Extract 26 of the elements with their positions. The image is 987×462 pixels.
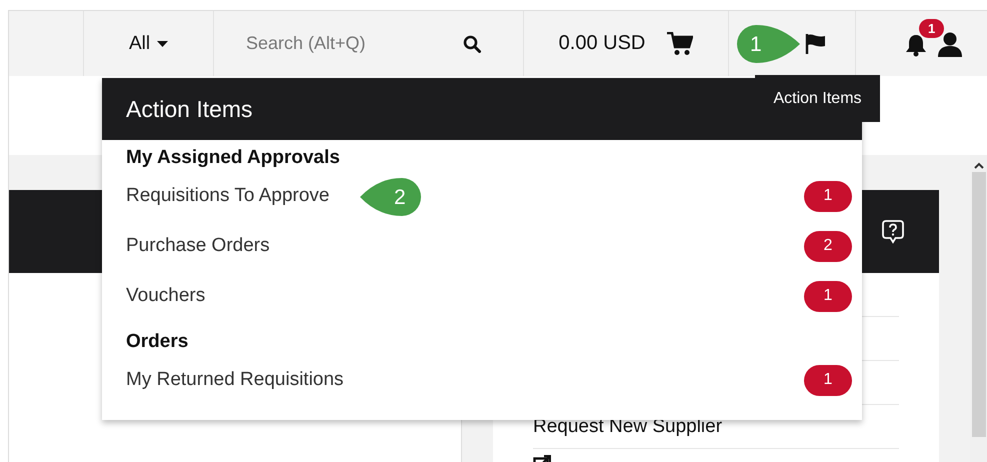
- bell-icon[interactable]: [905, 32, 927, 56]
- count-badge: 1: [804, 364, 852, 396]
- cart-total: 0.00 USD: [558, 32, 646, 55]
- scrollbar-thumb[interactable]: [972, 172, 986, 437]
- scope-dropdown[interactable]: All: [128, 32, 168, 54]
- menu-item[interactable]: Requisitions To Approve: [126, 185, 330, 207]
- menu-item[interactable]: Purchase Orders: [126, 235, 270, 257]
- flag-icon[interactable]: [805, 32, 827, 54]
- help-icon[interactable]: [881, 218, 905, 244]
- count-badge: 1: [804, 180, 852, 212]
- count-badge: 1: [804, 280, 852, 312]
- section-heading: My Assigned Approvals: [126, 146, 341, 170]
- cart-icon[interactable]: [667, 32, 694, 56]
- user-icon[interactable]: [937, 30, 963, 56]
- count-badge: 2: [804, 230, 852, 262]
- menu-title: Action Items: [126, 96, 253, 122]
- menu-item[interactable]: My Returned Requisitions: [126, 369, 344, 391]
- search-field[interactable]: Search (Alt+Q): [246, 33, 446, 54]
- caret-icon: [157, 40, 168, 46]
- menu-item[interactable]: Vouchers: [126, 285, 206, 307]
- section-heading: Orders: [126, 330, 190, 354]
- scroll-up-icon[interactable]: [974, 162, 984, 169]
- supplier-link[interactable]: Request New Supplier: [533, 416, 722, 438]
- tooltip: Action Items: [755, 75, 880, 122]
- notification-badge: 1: [919, 18, 944, 38]
- search-icon[interactable]: [463, 34, 481, 52]
